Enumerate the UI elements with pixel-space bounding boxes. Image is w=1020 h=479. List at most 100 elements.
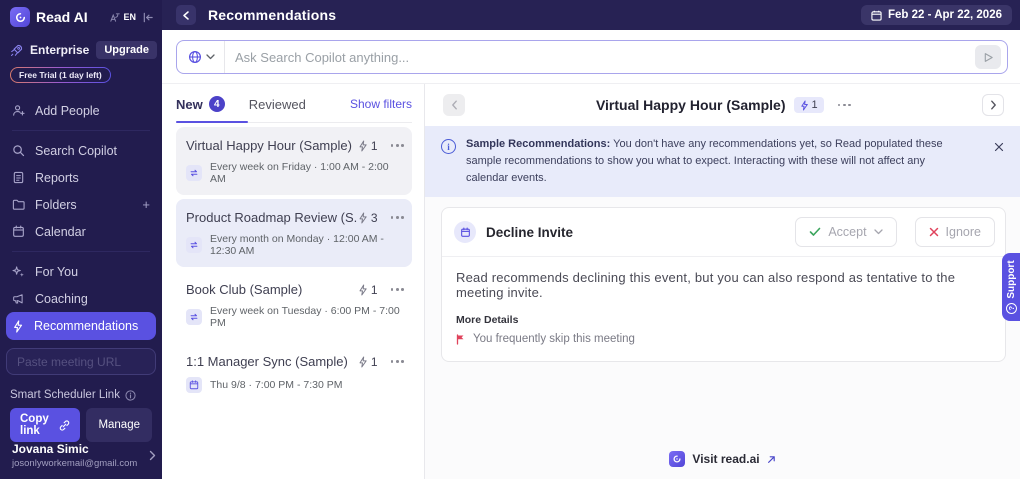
sidebar-item-calendar[interactable]: Calendar bbox=[0, 218, 162, 245]
chevron-down-icon[interactable] bbox=[873, 229, 883, 235]
language-toggle[interactable]: EN bbox=[123, 12, 136, 22]
list-item[interactable]: Book Club (Sample) 1 Every week on Tuesd… bbox=[176, 271, 412, 339]
visit-read-ai-link[interactable]: Visit read.ai bbox=[425, 451, 1020, 467]
tab-new[interactable]: New 4 bbox=[176, 96, 225, 112]
trial-badge: Free Trial (1 day left) bbox=[10, 67, 111, 83]
sparkles-icon bbox=[12, 265, 25, 278]
question-icon bbox=[1005, 302, 1017, 314]
translate-icon[interactable] bbox=[109, 12, 121, 23]
recurring-icon bbox=[186, 165, 202, 181]
recommendation-card: Decline Invite Accept Ignore Read recomm… bbox=[441, 207, 1006, 363]
recommendation-count: 1 bbox=[358, 283, 378, 297]
sidebar-nav: Add People Search Copilot Reports Folder bbox=[0, 97, 162, 340]
list-item[interactable]: Product Roadmap Review (S... 3 Every mon… bbox=[176, 199, 412, 267]
date-range-label: Feb 22 - Apr 22, 2026 bbox=[888, 9, 1002, 21]
search-copilot-bar bbox=[162, 30, 1020, 84]
globe-icon bbox=[188, 50, 202, 64]
ignore-button[interactable]: Ignore bbox=[914, 217, 995, 248]
folder-icon bbox=[12, 198, 25, 211]
previous-recommendation-button[interactable] bbox=[443, 94, 465, 116]
active-tab-indicator bbox=[176, 121, 248, 123]
accept-button[interactable]: Accept bbox=[795, 217, 897, 248]
send-button[interactable] bbox=[975, 45, 1001, 69]
detail-title: Virtual Happy Hour (Sample) bbox=[595, 97, 786, 113]
user-name: Jovana Simic bbox=[12, 442, 89, 456]
recurring-icon bbox=[186, 309, 202, 325]
sidebar: Read AI EN Enterprise Upgrade Free Trial… bbox=[0, 0, 162, 479]
read-ai-logo[interactable] bbox=[10, 7, 30, 27]
paste-meeting-url-input[interactable] bbox=[6, 348, 156, 375]
recommendation-count: 1 bbox=[358, 355, 378, 369]
user-email: josonlyworkemail@gmail.com bbox=[12, 458, 138, 469]
copy-link-button[interactable]: Copy link bbox=[10, 408, 81, 442]
event-icon bbox=[454, 221, 476, 244]
recommendation-reason: You frequently skip this meeting bbox=[456, 333, 991, 345]
list-item[interactable]: Virtual Happy Hour (Sample) 1 Every week… bbox=[176, 127, 412, 195]
next-recommendation-button[interactable] bbox=[982, 94, 1004, 116]
manage-button[interactable]: Manage bbox=[86, 408, 152, 442]
search-scope-dropdown[interactable] bbox=[177, 41, 225, 73]
chevron-down-icon bbox=[206, 54, 215, 60]
sidebar-item-for-you[interactable]: For You bbox=[0, 258, 162, 285]
recommendations-list-panel: New 4 Reviewed Show filters Virtual Happ… bbox=[162, 84, 425, 479]
tab-reviewed[interactable]: Reviewed bbox=[249, 97, 306, 112]
calendar-icon bbox=[871, 10, 882, 21]
sidebar-item-search-copilot[interactable]: Search Copilot bbox=[0, 137, 162, 164]
recommendation-body: Read recommends declining this event, bu… bbox=[456, 270, 956, 301]
sidebar-item-folders[interactable]: Folders + bbox=[0, 191, 162, 218]
recommendation-count-badge: 1 bbox=[793, 97, 824, 113]
rocket-icon bbox=[10, 44, 23, 57]
sidebar-item-recommendations[interactable]: Recommendations bbox=[6, 312, 156, 340]
person-add-icon bbox=[12, 104, 25, 117]
support-tab[interactable]: Support bbox=[1002, 253, 1020, 321]
upgrade-button[interactable]: Upgrade bbox=[96, 41, 157, 59]
new-count-badge: 4 bbox=[208, 96, 225, 112]
megaphone-icon bbox=[12, 292, 25, 305]
recurring-icon bbox=[186, 237, 202, 253]
check-icon bbox=[809, 227, 821, 237]
smart-scheduler-label: Smart Scheduler Link bbox=[10, 389, 152, 401]
info-icon bbox=[441, 139, 456, 154]
plan-label: Enterprise bbox=[30, 43, 90, 57]
sidebar-item-add-people[interactable]: Add People bbox=[0, 97, 162, 124]
lightning-icon bbox=[12, 319, 24, 333]
brand-name: Read AI bbox=[36, 9, 88, 25]
collapse-sidebar-icon[interactable] bbox=[142, 12, 154, 23]
chevron-right-icon bbox=[149, 450, 156, 461]
detail-menu-icon[interactable] bbox=[837, 103, 852, 107]
nav-divider bbox=[12, 251, 150, 252]
sidebar-item-coaching[interactable]: Coaching bbox=[0, 285, 162, 312]
show-filters-link[interactable]: Show filters bbox=[350, 97, 412, 111]
list-item[interactable]: 1:1 Manager Sync (Sample) 1 Thu 9/8 · 7:… bbox=[176, 343, 412, 403]
sidebar-item-reports[interactable]: Reports bbox=[0, 164, 162, 191]
recommendation-count: 3 bbox=[358, 211, 378, 225]
report-icon bbox=[12, 171, 25, 184]
x-icon bbox=[929, 227, 939, 237]
item-menu-icon[interactable] bbox=[390, 144, 404, 147]
add-folder-icon[interactable]: + bbox=[142, 197, 150, 212]
card-title: Decline Invite bbox=[486, 224, 574, 240]
detail-header: Virtual Happy Hour (Sample) 1 bbox=[425, 84, 1020, 126]
search-icon bbox=[12, 144, 25, 157]
user-account[interactable]: Jovana Simic josonlyworkemail@gmail.com bbox=[12, 442, 156, 469]
item-menu-icon[interactable] bbox=[390, 216, 404, 219]
link-icon bbox=[59, 419, 70, 431]
date-range-button[interactable]: Feb 22 - Apr 22, 2026 bbox=[861, 5, 1012, 25]
back-button[interactable] bbox=[176, 5, 196, 25]
search-copilot-input[interactable] bbox=[225, 49, 975, 65]
flag-icon bbox=[456, 333, 465, 345]
read-ai-app: Recommendations Feb 22 - Apr 22, 2026 Re… bbox=[0, 0, 1020, 479]
read-ai-logo bbox=[669, 451, 686, 467]
main-area: New 4 Reviewed Show filters Virtual Happ… bbox=[162, 30, 1020, 479]
recommendation-detail-panel: Virtual Happy Hour (Sample) 1 Sam bbox=[425, 84, 1020, 479]
more-details-label: More Details bbox=[456, 314, 519, 327]
calendar-icon bbox=[186, 377, 202, 393]
recommendation-count: 1 bbox=[358, 139, 378, 153]
external-link-icon bbox=[767, 455, 776, 464]
info-icon[interactable] bbox=[125, 389, 136, 401]
page-title: Recommendations bbox=[208, 7, 337, 23]
item-menu-icon[interactable] bbox=[390, 360, 404, 363]
item-menu-icon[interactable] bbox=[390, 288, 404, 291]
topbar: Recommendations Feb 22 - Apr 22, 2026 bbox=[162, 0, 1020, 30]
close-icon[interactable] bbox=[994, 142, 1004, 152]
